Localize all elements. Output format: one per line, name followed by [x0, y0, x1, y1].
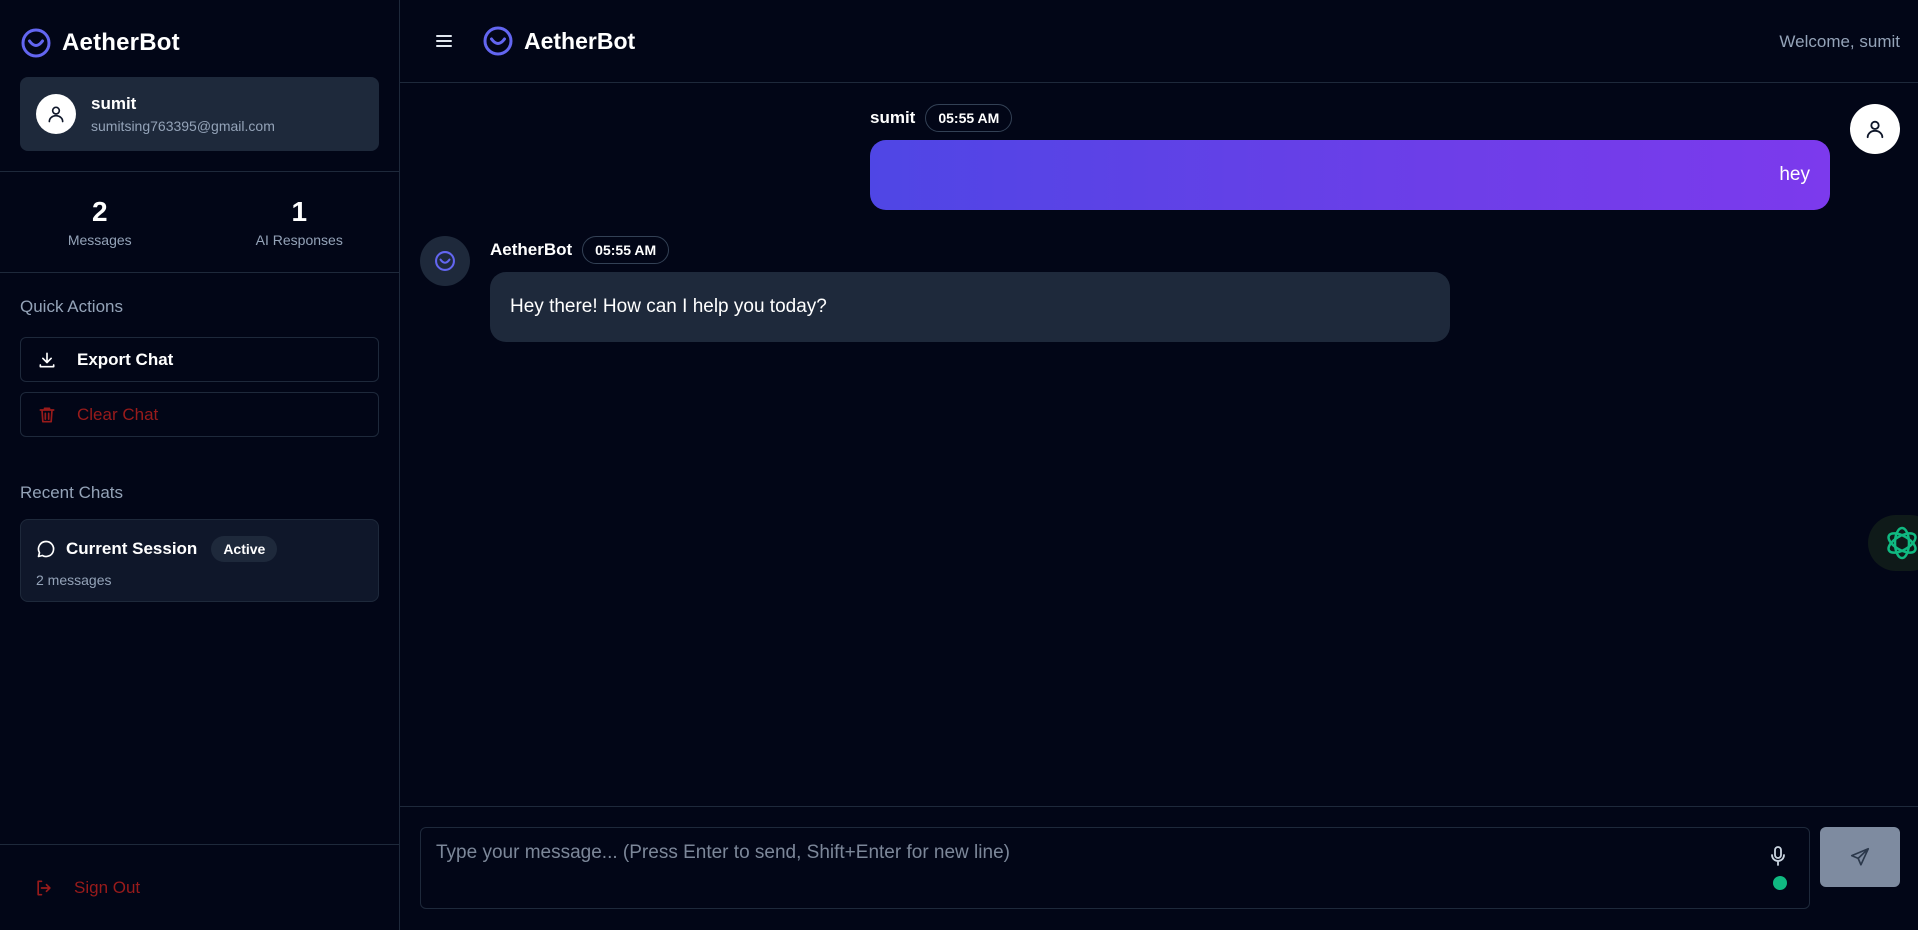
clear-chat-label: Clear Chat [77, 404, 159, 424]
logout-icon [37, 880, 51, 895]
stat-messages-value: 2 [91, 196, 108, 227]
message-input[interactable] [421, 828, 1809, 908]
sign-out-button[interactable]: Sign Out [0, 844, 399, 930]
stat-ai-responses-value: 1 [291, 196, 308, 227]
chat-main: AetherBot Welcome, sumit sumit 05:55 AM … [400, 0, 1918, 930]
sidebar-brand-name: AetherBot [62, 29, 180, 56]
chat-bubble-icon [37, 540, 55, 558]
user-message: sumit 05:55 AM hey [870, 104, 1830, 210]
stat-messages: 2 Messages [0, 196, 200, 248]
hamburger-icon [436, 35, 452, 47]
app-root: AetherBot sumit sumitsing763395@gmail.co… [0, 0, 1918, 930]
welcome-text: Welcome, sumit [1779, 32, 1900, 51]
bot-avatar [420, 236, 470, 286]
microphone-icon[interactable] [1769, 846, 1787, 866]
stat-ai-responses: 1 AI Responses [200, 196, 400, 248]
send-icon [1850, 847, 1870, 866]
stats-panel: 2 Messages 1 AI Responses [0, 172, 399, 272]
header-brand: AetherBot [482, 25, 635, 57]
user-avatar [1850, 104, 1900, 154]
user-profile-card: sumit sumitsing763395@gmail.com [20, 77, 379, 151]
quick-actions-title: Quick Actions [20, 297, 123, 316]
assistant-widget-button[interactable] [1868, 515, 1918, 571]
message-time: 05:55 AM [582, 236, 670, 264]
stat-ai-responses-label: AI Responses [255, 232, 343, 248]
user-message-bubble: hey [870, 140, 1830, 210]
send-button[interactable] [1820, 827, 1900, 887]
avatar [36, 94, 76, 134]
message-input-box [420, 827, 1810, 909]
recent-chat-subtitle: 2 messages [36, 572, 112, 588]
online-status-dot [1773, 876, 1787, 890]
menu-toggle-button[interactable] [434, 31, 454, 51]
trash-icon [39, 407, 55, 422]
aetherbot-logo-icon [435, 251, 455, 271]
topbar: AetherBot Welcome, sumit [400, 0, 1918, 83]
sidebar-brand[interactable]: AetherBot [0, 0, 399, 62]
sign-out-label: Sign Out [74, 877, 141, 897]
divider [0, 272, 399, 273]
openai-icon [1887, 526, 1917, 560]
header-brand-name: AetherBot [524, 27, 636, 54]
user-email: sumitsing763395@gmail.com [91, 118, 275, 134]
aetherbot-logo-icon [20, 27, 52, 59]
stat-messages-label: Messages [67, 232, 132, 248]
recent-chat-item[interactable]: Current Session Active 2 messages [20, 519, 379, 602]
message-list: sumit 05:55 AM hey AetherBot 05:55 AM He… [400, 84, 1918, 807]
composer [400, 806, 1918, 930]
recent-chat-title: Current Session [66, 539, 198, 558]
aetherbot-logo-icon [482, 25, 514, 57]
user-icon [1866, 120, 1884, 139]
status-badge: Active [211, 536, 278, 562]
message-time: 05:55 AM [925, 104, 1013, 132]
user-icon [48, 106, 64, 123]
sidebar: AetherBot sumit sumitsing763395@gmail.co… [0, 0, 400, 930]
export-chat-label: Export Chat [77, 349, 174, 369]
export-chat-button[interactable]: Export Chat [20, 337, 379, 382]
clear-chat-button[interactable]: Clear Chat [20, 392, 379, 437]
recent-chats-title: Recent Chats [20, 483, 123, 502]
bot-message-bubble: Hey there! How can I help you today? [490, 272, 1450, 342]
bot-message: AetherBot 05:55 AM Hey there! How can I … [490, 236, 1450, 342]
download-icon [39, 352, 55, 367]
user-name: sumit [91, 94, 137, 113]
message-author: sumit [870, 108, 916, 127]
message-author: AetherBot [490, 240, 573, 259]
